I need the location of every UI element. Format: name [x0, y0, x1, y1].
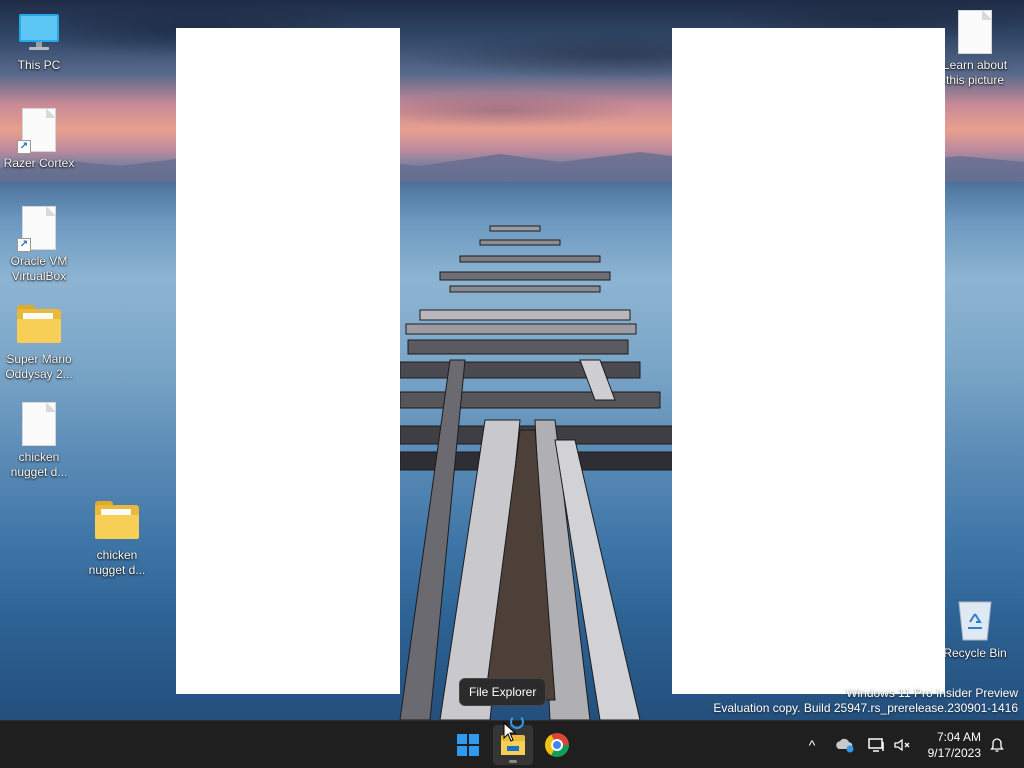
onedrive-icon[interactable] [833, 733, 857, 757]
desktop-icon-label: chicken nugget d... [88, 548, 146, 577]
desktop-icon-label: This PC [17, 58, 61, 72]
document-icon [951, 8, 999, 56]
show-hidden-icons-button[interactable]: ^ [800, 733, 824, 757]
windows-start-icon [457, 734, 479, 756]
desktop-icon-super-mario-folder[interactable]: Super Mario Oddysay 2... [0, 302, 78, 382]
desktop-icon-chicken-nugget-folder[interactable]: chicken nugget d... [78, 498, 156, 578]
running-indicator [509, 760, 517, 763]
build-watermark: Windows 11 Pro Insider Preview Evaluatio… [713, 686, 1018, 716]
chevron-up-icon: ^ [808, 737, 816, 753]
monitor-icon [15, 8, 63, 56]
desktop-icon-label: Recycle Bin [943, 646, 1007, 660]
folder-icon [93, 498, 141, 546]
blank-window-right[interactable] [672, 28, 945, 694]
document-shortcut-icon: ↗ [15, 204, 63, 252]
clock-time: 7:04 AM [936, 730, 981, 744]
chrome-icon [545, 733, 569, 757]
mouse-cursor-icon [503, 722, 517, 742]
volume-muted-icon[interactable] [890, 733, 914, 757]
wallpaper-pier [399, 225, 680, 720]
shortcut-arrow-icon: ↗ [17, 140, 31, 154]
recycle-bin-icon [951, 596, 999, 644]
blank-window-left[interactable] [176, 28, 400, 694]
desktop-icon-label: Learn about this picture [942, 58, 1008, 87]
notifications-button[interactable] [985, 733, 1009, 757]
desktop-icon-learn-about-picture[interactable]: Learn about this picture [936, 8, 1014, 88]
desktop-icon-recycle-bin[interactable]: Recycle Bin [936, 596, 1014, 661]
document-shortcut-icon: ↗ [15, 106, 63, 154]
desktop-icon-label: Razer Cortex [3, 156, 75, 170]
taskbar-chrome[interactable] [537, 725, 577, 765]
taskbar-clock[interactable]: 7:04 AM 9/17/2023 [928, 729, 981, 761]
bell-icon [990, 738, 1004, 752]
desktop-icon-virtualbox[interactable]: ↗ Oracle VM VirtualBox [0, 204, 78, 284]
desktop-icon-label: chicken nugget d... [10, 450, 68, 479]
start-button[interactable] [448, 725, 488, 765]
desktop-icon-chicken-nugget-doc[interactable]: chicken nugget d... [0, 400, 78, 480]
network-icon[interactable] [865, 733, 889, 757]
shortcut-arrow-icon: ↗ [17, 238, 31, 252]
watermark-line2: Evaluation copy. Build 25947.rs_prerelea… [713, 701, 1018, 715]
watermark-line1: Windows 11 Pro Insider Preview [846, 686, 1018, 700]
document-icon [15, 400, 63, 448]
clock-date: 9/17/2023 [927, 746, 981, 760]
folder-icon [15, 302, 63, 350]
desktop-icon-this-pc[interactable]: This PC [0, 8, 78, 73]
file-explorer-tooltip: File Explorer [459, 678, 547, 706]
desktop-icon-label: Super Mario Oddysay 2... [5, 352, 73, 381]
desktop-icon-label: Oracle VM VirtualBox [10, 254, 68, 283]
desktop-icon-razer-cortex[interactable]: ↗ Razer Cortex [0, 106, 78, 171]
